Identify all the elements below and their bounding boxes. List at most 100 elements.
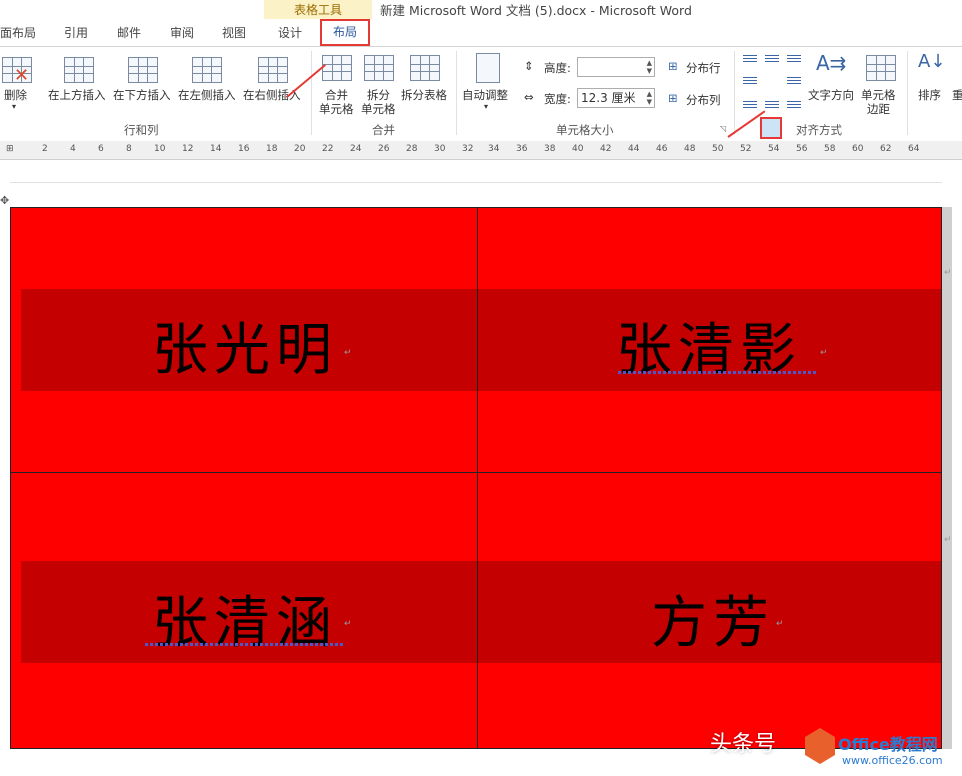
- dialog-launcher-icon[interactable]: ◹: [720, 124, 726, 133]
- ruler-tick-label: 52: [740, 144, 752, 154]
- ruler-tick-label: 24: [350, 144, 362, 154]
- ruler-tick-label: 10: [154, 144, 166, 154]
- insert-right-icon[interactable]: [258, 57, 288, 83]
- cell-name-text: 张清涵: [152, 591, 338, 656]
- cell-margins-icon[interactable]: [866, 55, 896, 81]
- insert-below-icon[interactable]: [128, 57, 158, 83]
- window-title: 新建 Microsoft Word 文档 (5).docx - Microsof…: [380, 3, 692, 18]
- ruler-tick-label: 36: [516, 144, 528, 154]
- ruler-tick-label: 34: [488, 144, 500, 154]
- height-input[interactable]: ▲ ▼: [577, 57, 655, 77]
- ruler-tick-label: 4: [70, 144, 76, 154]
- align-bottom-left-icon[interactable]: [742, 99, 758, 111]
- distribute-rows-icon[interactable]: ⊞: [668, 59, 678, 73]
- tab-review[interactable]: 审阅: [170, 24, 194, 41]
- ruler-tick-label: 42: [600, 144, 612, 154]
- ribbon-separator: [907, 51, 908, 135]
- sort-icon[interactable]: A↓: [918, 51, 945, 72]
- align-middle-left-icon[interactable]: [742, 75, 758, 87]
- spellcheck-underline: [618, 371, 818, 374]
- table-tools-label: 表格工具: [293, 3, 342, 17]
- table-cell[interactable]: 方芳 ↵: [478, 473, 942, 748]
- ruler-tick-label: 38: [544, 144, 556, 154]
- ruler-tab-selector-icon[interactable]: ⊞: [6, 144, 14, 154]
- watermark-text: 头条号: [710, 732, 777, 757]
- tab-page-layout[interactable]: 面布局: [0, 24, 36, 41]
- cell-name-text: 方芳: [651, 591, 775, 656]
- delete-table-icon[interactable]: ✕: [2, 55, 32, 86]
- split-cells-icon[interactable]: [364, 55, 394, 81]
- insert-above-icon[interactable]: [64, 57, 94, 83]
- insert-below-button[interactable]: 在下方插入: [113, 87, 171, 103]
- autofit-dropdown-icon[interactable]: ▾: [484, 102, 488, 111]
- align-middle-center-icon[interactable]: [760, 117, 782, 139]
- cell-margins-label-2[interactable]: 边距: [867, 101, 890, 117]
- width-input[interactable]: 12.3 厘米 ▲ ▼: [577, 88, 655, 108]
- ruler-tick-label: 46: [656, 144, 668, 154]
- ruler-tick-label: 28: [406, 144, 418, 154]
- ruler-tick-label: 48: [684, 144, 696, 154]
- width-spinner-icon[interactable]: ▲ ▼: [647, 90, 652, 106]
- group-label-merge: 合并: [372, 123, 395, 137]
- ribbon-tab-bar: 表格工具 面布局 引用 邮件 审阅 视图 设计 布局 新建 Microsoft …: [0, 0, 962, 46]
- horizontal-ruler[interactable]: ⊞ 2 4 6 8 10 12 14 16 18 20 22 24 26 28 30 32 34 36 38 40 42…: [0, 141, 962, 160]
- ruler-tick-label: 40: [572, 144, 584, 154]
- vertical-scrollbar[interactable]: [942, 207, 952, 749]
- table-move-handle-icon[interactable]: ✥: [0, 194, 9, 207]
- ruler-tick-label: 14: [210, 144, 222, 154]
- tab-view[interactable]: 视图: [222, 24, 246, 41]
- autofit-button[interactable]: 自动调整: [462, 87, 508, 103]
- ruler-tick-label: 18: [266, 144, 278, 154]
- distribute-cols-icon[interactable]: ⊞: [668, 91, 678, 105]
- ruler-tick-label: 20: [294, 144, 306, 154]
- text-direction-icon[interactable]: A⇉: [816, 51, 846, 75]
- align-top-left-icon[interactable]: [742, 53, 758, 65]
- paragraph-mark-icon: ↵: [344, 619, 352, 629]
- ruler-tick-label: 64: [908, 144, 920, 154]
- table-cell[interactable]: 张清涵 ↵: [11, 473, 477, 748]
- align-middle-right-icon[interactable]: [786, 75, 802, 87]
- sort-button[interactable]: 排序: [918, 87, 941, 103]
- insert-left-button[interactable]: 在左侧插入: [178, 87, 236, 103]
- ruler-tick-label: 16: [238, 144, 250, 154]
- merge-cells-label-2[interactable]: 单元格: [319, 101, 354, 117]
- merge-cells-icon[interactable]: [322, 55, 352, 81]
- align-top-right-icon[interactable]: [786, 53, 802, 65]
- ruler-tick-label: 22: [322, 144, 334, 154]
- delete-dropdown-icon[interactable]: ▾: [12, 102, 16, 111]
- ruler-tick-label: 56: [796, 144, 808, 154]
- split-table-button[interactable]: 拆分表格: [401, 87, 447, 103]
- ruler-tick-label: 8: [126, 144, 132, 154]
- align-top-center-icon[interactable]: [764, 53, 780, 65]
- repeat-header-button[interactable]: 重: [952, 87, 962, 103]
- align-bottom-center-icon[interactable]: [764, 99, 780, 111]
- text-direction-button[interactable]: 文字方向: [808, 87, 854, 103]
- insert-right-button[interactable]: 在右侧插入: [243, 87, 301, 103]
- delete-button[interactable]: 删除: [4, 87, 27, 103]
- autofit-icon[interactable]: [476, 53, 500, 83]
- tab-layout[interactable]: 布局: [320, 19, 370, 46]
- align-bottom-right-icon[interactable]: [786, 99, 802, 111]
- distribute-cols-button[interactable]: 分布列: [686, 92, 721, 108]
- paragraph-mark-icon: ↵: [820, 348, 828, 358]
- tab-design[interactable]: 设计: [278, 24, 302, 41]
- name-card-table[interactable]: 张光明 ↵ 张清影 ↵ 张清涵 ↵ 方芳 ↵: [10, 207, 942, 749]
- split-cells-label-2[interactable]: 单元格: [361, 101, 396, 117]
- split-table-icon[interactable]: [410, 55, 440, 81]
- table-cell[interactable]: 张光明 ↵: [11, 208, 477, 472]
- paragraph-mark-icon: ↵: [344, 348, 352, 358]
- ribbon-separator: [311, 51, 312, 135]
- ruler-tick-label: 30: [434, 144, 446, 154]
- height-spinner-icon[interactable]: ▲ ▼: [647, 59, 652, 75]
- height-label: 高度:: [544, 61, 571, 75]
- table-cell[interactable]: 张清影 ↵: [478, 208, 942, 472]
- group-label-alignment: 对齐方式: [796, 123, 842, 137]
- distribute-rows-button[interactable]: 分布行: [686, 60, 721, 76]
- tab-mailings[interactable]: 邮件: [117, 24, 141, 41]
- height-icon: ⇕: [524, 59, 534, 73]
- ruler-tick-label: 54: [768, 144, 780, 154]
- insert-left-icon[interactable]: [192, 57, 222, 83]
- width-value: 12.3 厘米: [581, 91, 636, 105]
- insert-above-button[interactable]: 在上方插入: [48, 87, 106, 103]
- tab-references[interactable]: 引用: [64, 24, 88, 41]
